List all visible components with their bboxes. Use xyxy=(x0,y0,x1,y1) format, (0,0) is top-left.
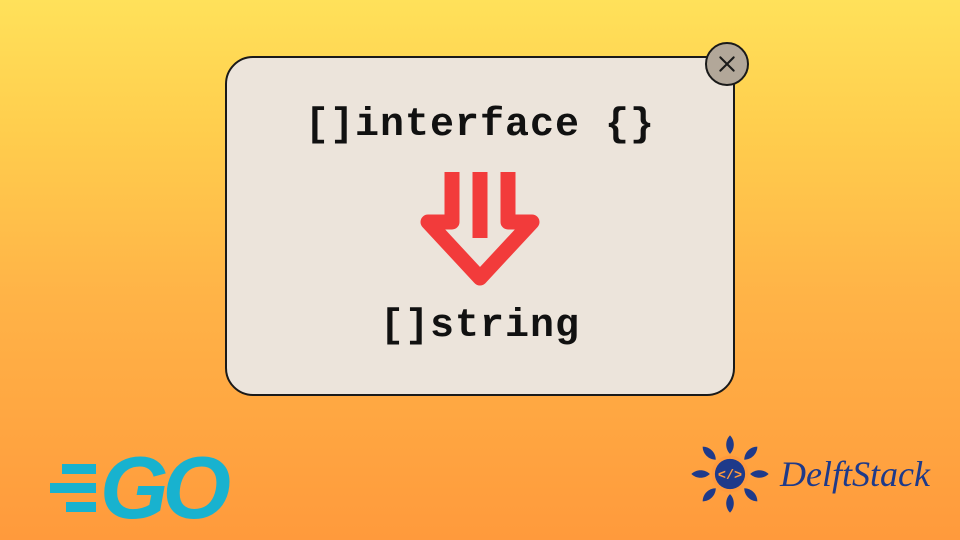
delftstack-logo-text: DelftStack xyxy=(780,453,930,495)
delftstack-logo: </> DelftStack xyxy=(688,432,930,516)
source-type-text: []interface {} xyxy=(305,103,655,148)
close-icon xyxy=(717,54,737,74)
svg-text:</>: </> xyxy=(718,469,742,484)
target-type-text: []string xyxy=(380,304,580,349)
delftstack-badge-icon: </> xyxy=(688,432,772,516)
go-logo: GO xyxy=(44,444,225,532)
go-logo-text: GO xyxy=(100,444,225,532)
go-speed-lines-icon xyxy=(44,464,96,512)
down-arrow-icon xyxy=(410,166,550,286)
content-card: []interface {} []string xyxy=(225,56,735,396)
close-button[interactable] xyxy=(705,42,749,86)
